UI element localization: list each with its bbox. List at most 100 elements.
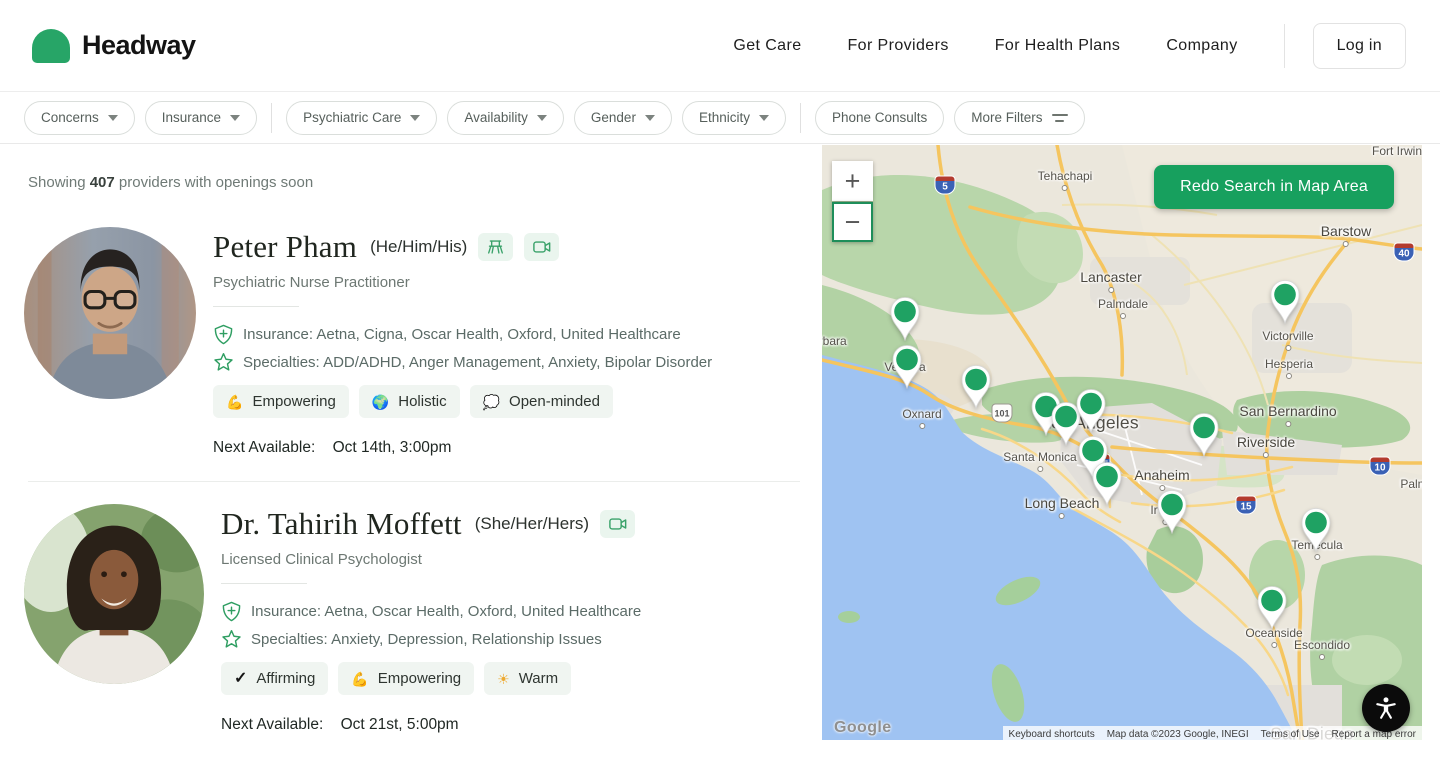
insurance-label: Insurance: <box>243 326 313 343</box>
map-pin[interactable] <box>959 363 993 409</box>
tag-warm: ☀ Warm <box>484 662 571 695</box>
filter-concerns[interactable]: Concerns <box>24 101 135 135</box>
provider-credential: Psychiatric Nurse Practitioner <box>213 274 712 291</box>
tag-empowering: 💪 Empowering <box>338 662 474 695</box>
filter-ethnicity-label: Ethnicity <box>699 110 750 125</box>
nav-item-get-care[interactable]: Get Care <box>733 37 801 55</box>
nav-item-company[interactable]: Company <box>1166 37 1237 55</box>
chevron-down-icon <box>537 115 547 121</box>
map-pin[interactable] <box>1074 387 1108 433</box>
globe-emoji-icon: 🌍 <box>372 395 389 409</box>
tag-empowering: 💪 Empowering <box>213 385 349 418</box>
summary-prefix: Showing <box>28 174 86 191</box>
accessibility-button[interactable] <box>1362 684 1410 732</box>
tag-label: Holistic <box>398 393 446 410</box>
map-pin[interactable] <box>1255 584 1289 630</box>
filter-gender-label: Gender <box>591 110 636 125</box>
map-label: Santa Monica <box>1003 450 1076 464</box>
provider-name[interactable]: Peter Pham <box>213 229 357 265</box>
sun-emoji-icon: ☀ <box>497 672 510 686</box>
interstate-40-shield-icon: 40 <box>1394 243 1415 262</box>
brand-name: Headway <box>82 30 196 61</box>
map-pin[interactable] <box>1090 460 1124 506</box>
map-label: Anaheim <box>1134 467 1189 483</box>
map-attribution: Keyboard shortcuts Map data ©2023 Google… <box>1003 726 1422 740</box>
map-label: Hesperia <box>1265 357 1313 371</box>
summary-count: 407 <box>90 174 115 191</box>
filter-availability-label: Availability <box>464 110 528 125</box>
map-label: Santa Barbara <box>822 334 847 348</box>
google-logo[interactable]: Google <box>834 719 892 737</box>
filter-insurance-label: Insurance <box>162 110 221 125</box>
tag-label: Affirming <box>256 670 315 687</box>
redo-search-button[interactable]: Redo Search in Map Area <box>1154 165 1394 209</box>
login-button[interactable]: Log in <box>1313 23 1406 69</box>
map-pin[interactable] <box>1187 411 1221 457</box>
zoom-in-button[interactable]: + <box>832 161 873 201</box>
nav-item-for-providers[interactable]: For Providers <box>848 37 949 55</box>
map-label: Tehachapi <box>1038 169 1093 183</box>
video-session-icon[interactable] <box>600 510 635 538</box>
chevron-down-icon <box>108 115 118 121</box>
interstate-5-shield-icon: 5 <box>935 176 956 195</box>
provider-info: Peter Pham (He/Him/His) <box>213 227 712 457</box>
map-data-text: Map data ©2023 Google, INEGI <box>1101 726 1255 740</box>
next-available-value: Oct 14th, 3:00pm <box>333 439 452 456</box>
tag-open-minded: 💭 Open-minded <box>470 385 613 418</box>
map-zoom-controls: + − <box>832 161 873 242</box>
map-panel[interactable]: Fort Irwin Tehachapi Barstow Lancaster P… <box>822 145 1422 740</box>
provider-name[interactable]: Dr. Tahirih Moffett <box>221 506 462 542</box>
divider <box>221 583 307 584</box>
flex-emoji-icon: 💪 <box>226 395 243 409</box>
divider <box>213 306 299 307</box>
map-label: Palm Springs <box>1400 477 1422 491</box>
us-101-shield-icon: 101 <box>992 404 1013 423</box>
keyboard-shortcuts-link[interactable]: Keyboard shortcuts <box>1003 726 1101 740</box>
next-available-row: Next Available: Oct 14th, 3:00pm <box>213 439 712 457</box>
star-icon <box>213 352 234 373</box>
in-person-session-icon[interactable] <box>478 233 513 261</box>
filter-more-filters-label: More Filters <box>971 110 1042 125</box>
nav-item-for-health-plans[interactable]: For Health Plans <box>995 37 1121 55</box>
terms-link[interactable]: Terms of Use <box>1255 726 1326 740</box>
filter-more-filters[interactable]: More Filters <box>954 101 1084 135</box>
map-pin[interactable] <box>1155 488 1189 534</box>
results-summary: Showing 407 providers with openings soon <box>28 174 822 191</box>
next-available-value: Oct 21st, 5:00pm <box>341 716 459 733</box>
map-pin[interactable] <box>890 343 924 389</box>
map-pin[interactable] <box>1268 278 1302 324</box>
provider-card[interactable]: Dr. Tahirih Moffett (She/Her/Hers) Licen… <box>24 482 822 734</box>
specialties-row: Specialties: ADD/ADHD, Anger Management,… <box>213 352 712 373</box>
filter-concerns-label: Concerns <box>41 110 99 125</box>
checkmark-icon: ✓ <box>234 671 247 687</box>
insurance-row: Insurance: Aetna, Oscar Health, Oxford, … <box>221 601 641 622</box>
personality-tags: ✓ Affirming 💪 Empowering ☀ Warm <box>221 662 641 695</box>
filter-availability[interactable]: Availability <box>447 101 564 135</box>
map-label: Palmdale <box>1098 297 1148 311</box>
provider-card[interactable]: Peter Pham (He/Him/His) <box>24 205 822 457</box>
nav-divider <box>1284 24 1285 68</box>
zoom-out-button[interactable]: − <box>832 202 873 242</box>
headway-logo[interactable]: Headway <box>32 29 196 63</box>
shield-plus-icon <box>213 324 234 345</box>
filter-insurance[interactable]: Insurance <box>145 101 257 135</box>
specialties-list: ADD/ADHD, Anger Management, Anxiety, Bip… <box>323 354 712 371</box>
chevron-down-icon <box>230 115 240 121</box>
provider-photo[interactable] <box>24 504 204 684</box>
filter-gender[interactable]: Gender <box>574 101 672 135</box>
filter-psychiatric-care[interactable]: Psychiatric Care <box>286 101 437 135</box>
filter-bar: Concerns Insurance Psychiatric Care Avai… <box>0 92 1440 144</box>
map-label: Oxnard <box>902 407 941 421</box>
interstate-10-shield-icon: 10 <box>1370 457 1391 476</box>
map-pin[interactable] <box>888 295 922 341</box>
map-label: Barstow <box>1321 223 1372 239</box>
provider-info: Dr. Tahirih Moffett (She/Her/Hers) Licen… <box>221 504 641 734</box>
top-nav: Headway Get Care For Providers For Healt… <box>0 0 1440 92</box>
map-pin[interactable] <box>1299 506 1333 552</box>
filter-ethnicity[interactable]: Ethnicity <box>682 101 786 135</box>
filter-phone-consults[interactable]: Phone Consults <box>815 101 944 135</box>
video-session-icon[interactable] <box>524 233 559 261</box>
chevron-down-icon <box>410 115 420 121</box>
accessibility-person-icon <box>1373 695 1399 721</box>
provider-photo[interactable] <box>24 227 196 399</box>
